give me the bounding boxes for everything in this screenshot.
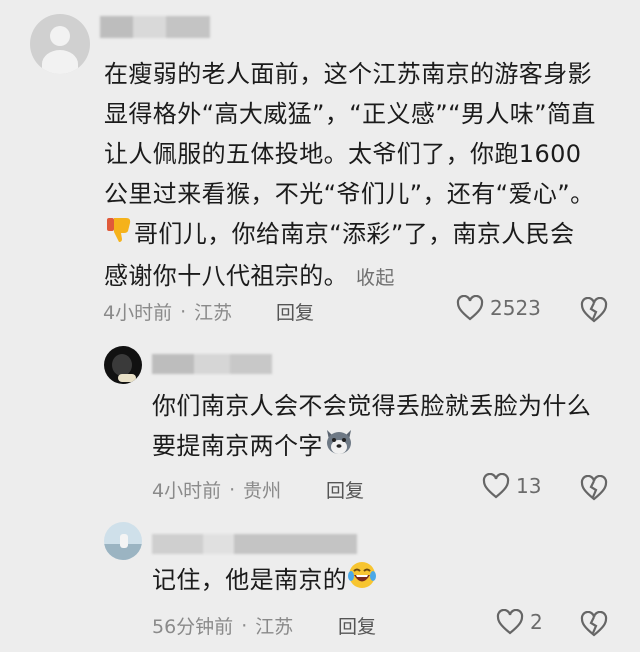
username[interactable]: [152, 534, 357, 554]
comment-line: 在瘦弱的老人面前，这个江苏南京的游客身影: [104, 60, 592, 88]
heart-icon: [482, 473, 510, 499]
separator-dot: ·: [241, 614, 248, 637]
avatar[interactable]: [104, 346, 142, 384]
laughing-crying-icon: [347, 560, 377, 602]
heart-icon: [496, 609, 524, 635]
reply-button[interactable]: 回复: [338, 612, 376, 639]
like-count: 2: [530, 610, 543, 634]
like-count: 2523: [490, 296, 541, 320]
comment-text: 你们南京人会不会觉得丢脸就丢脸为什么 要提南京两个字: [152, 386, 622, 468]
like-button[interactable]: 2523: [456, 295, 541, 321]
thumbs-down-icon: [104, 214, 134, 256]
comment-meta: 4小时前 · 江苏: [103, 298, 232, 325]
comment-line: 记住，他是南京的: [152, 560, 622, 602]
comment-text: 在瘦弱的老人面前，这个江苏南京的游客身影 显得格外“高大威猛”，“正义感”“男人…: [104, 54, 624, 298]
comment-line-text: 感谢你十八代祖宗的。: [104, 262, 348, 290]
like-count: 13: [516, 474, 542, 498]
location: 贵州: [243, 480, 282, 502]
comment-line-text: 要提南京两个字: [152, 432, 323, 460]
comment-line: 公里过来看猴，不光“爷们儿”，还有“爱心”。: [104, 180, 595, 208]
separator-dot: ·: [180, 300, 187, 323]
comment-line: 让人佩服的五体投地。太爷们了，你跑1600: [104, 140, 582, 168]
broken-heart-icon[interactable]: [580, 297, 608, 323]
collapse-button[interactable]: 收起: [356, 267, 395, 289]
like-button[interactable]: 2: [496, 609, 543, 635]
timestamp: 4小时前: [152, 480, 222, 502]
location: 江苏: [255, 616, 294, 638]
husky-icon: [323, 426, 355, 468]
comment-meta: 56分钟前 · 江苏: [152, 612, 293, 639]
like-button[interactable]: 13: [482, 473, 541, 499]
username[interactable]: [100, 16, 210, 38]
comment-line: 感谢你十八代祖宗的。 收起: [104, 256, 624, 298]
comment-line: 显得格外“高大威猛”，“正义感”“男人味”简直: [104, 100, 596, 128]
timestamp: 56分钟前: [152, 616, 234, 638]
avatar[interactable]: [30, 14, 90, 74]
comment-line: 要提南京两个字: [152, 426, 622, 468]
comment-line-text: 哥们儿，你给南京“添彩”了，南京人民会: [134, 220, 575, 248]
username[interactable]: [152, 354, 272, 374]
comment-line: 你们南京人会不会觉得丢脸就丢脸为什么: [152, 392, 592, 420]
timestamp: 4小时前: [103, 302, 173, 324]
location: 江苏: [194, 302, 233, 324]
reply-button[interactable]: 回复: [276, 298, 314, 325]
reply-button[interactable]: 回复: [326, 476, 364, 503]
avatar[interactable]: [104, 522, 142, 560]
comment-text: 记住，他是南京的: [152, 560, 622, 602]
broken-heart-icon[interactable]: [580, 475, 608, 501]
heart-icon: [456, 295, 484, 321]
comment-meta: 4小时前 · 贵州: [152, 476, 281, 503]
separator-dot: ·: [229, 478, 236, 501]
comment-line-text: 记住，他是南京的: [152, 566, 348, 594]
broken-heart-icon[interactable]: [580, 611, 608, 637]
comment-line: 哥们儿，你给南京“添彩”了，南京人民会: [104, 214, 624, 256]
